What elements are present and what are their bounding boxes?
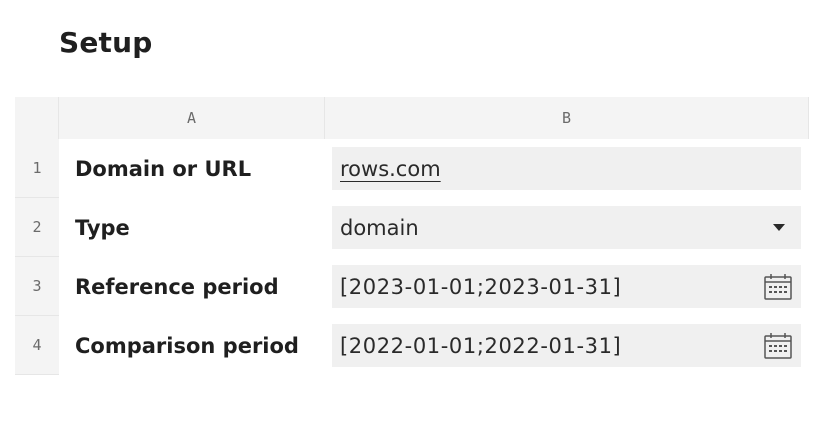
column-header-row: A B: [15, 97, 809, 139]
calendar-icon[interactable]: [763, 273, 793, 301]
reference-period-label-cell[interactable]: Reference period: [59, 257, 325, 316]
row-number[interactable]: 3: [15, 257, 59, 316]
type-dropdown[interactable]: domain: [332, 206, 801, 249]
domain-link[interactable]: rows.com: [340, 157, 441, 181]
row-number[interactable]: 2: [15, 198, 59, 257]
table-row: 4 Comparison period [2022-01-01;2022-01-…: [15, 316, 809, 375]
comparison-period-value: [2022-01-01;2022-01-31]: [340, 333, 622, 358]
chevron-down-icon[interactable]: [773, 224, 785, 231]
row-number[interactable]: 4: [15, 316, 59, 375]
reference-period-value-cell[interactable]: [2023-01-01;2023-01-31]: [325, 257, 809, 316]
domain-value-cell[interactable]: rows.com: [325, 139, 809, 198]
table-row: 1 Domain or URL rows.com: [15, 139, 809, 198]
type-selected-value: domain: [340, 215, 419, 240]
comparison-period-input[interactable]: [2022-01-01;2022-01-31]: [332, 324, 801, 367]
column-header-b[interactable]: B: [325, 97, 809, 139]
comparison-period-value-cell[interactable]: [2022-01-01;2022-01-31]: [325, 316, 809, 375]
type-value-cell[interactable]: domain: [325, 198, 809, 257]
reference-period-input[interactable]: [2023-01-01;2023-01-31]: [332, 265, 801, 308]
grid-corner[interactable]: [15, 97, 59, 139]
reference-period-value: [2023-01-01;2023-01-31]: [340, 274, 622, 299]
spreadsheet-grid: A B 1 Domain or URL rows.com 2 Type doma…: [15, 97, 809, 375]
domain-label-cell[interactable]: Domain or URL: [59, 139, 325, 198]
comparison-period-label-cell[interactable]: Comparison period: [59, 316, 325, 375]
table-row: 2 Type domain: [15, 198, 809, 257]
page-title: Setup: [59, 26, 153, 59]
domain-input[interactable]: rows.com: [332, 147, 801, 190]
calendar-icon[interactable]: [763, 332, 793, 360]
setup-page: Setup A B 1 Domain or URL rows.com 2 Typ…: [0, 0, 836, 428]
column-header-a[interactable]: A: [59, 97, 325, 139]
table-row: 3 Reference period [2023-01-01;2023-01-3…: [15, 257, 809, 316]
row-number[interactable]: 1: [15, 139, 59, 198]
type-label-cell[interactable]: Type: [59, 198, 325, 257]
